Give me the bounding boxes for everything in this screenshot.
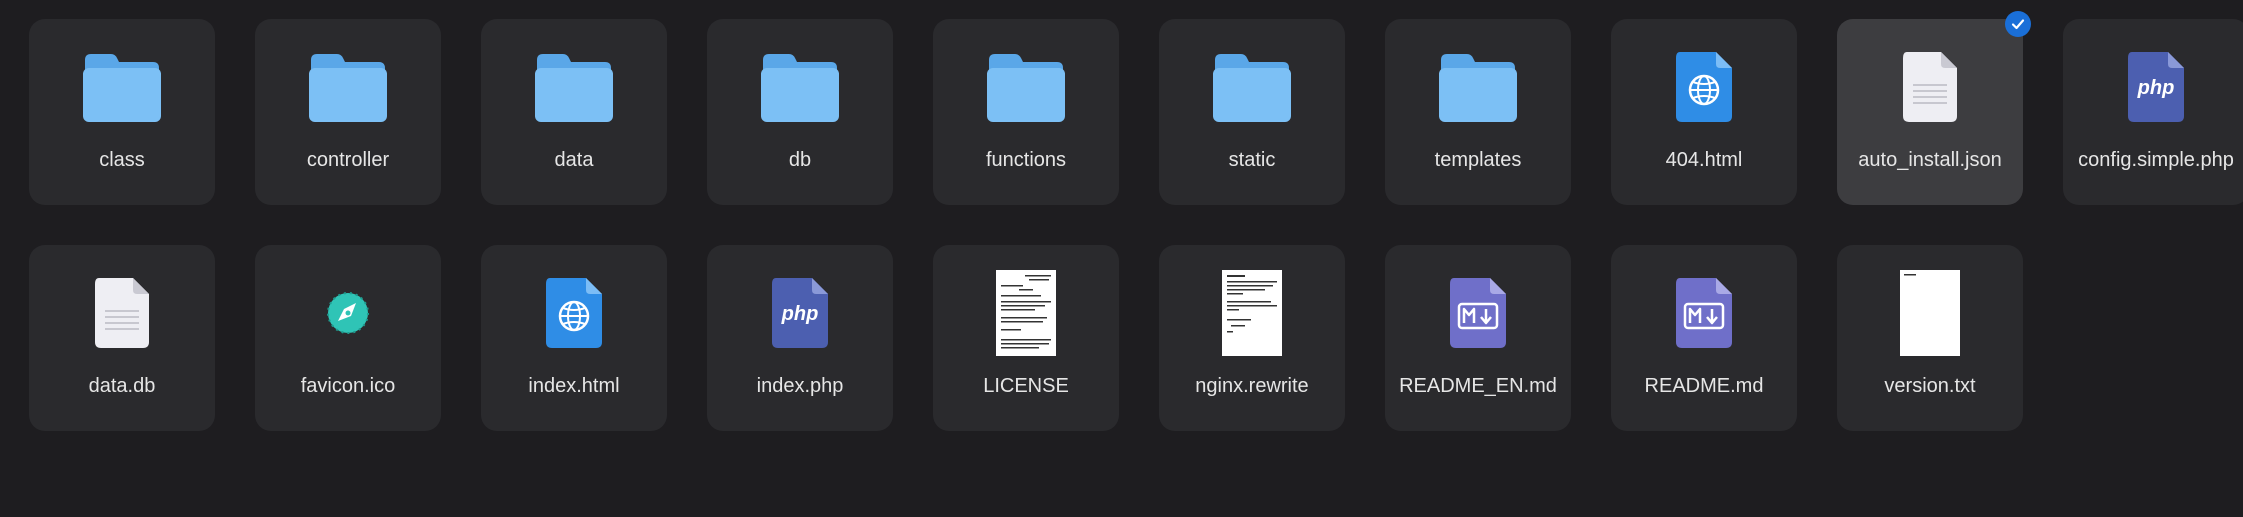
file-name: LICENSE xyxy=(983,375,1069,397)
file-name: templates xyxy=(1434,149,1522,171)
folder-icon xyxy=(481,41,667,133)
folder-icon xyxy=(29,41,215,133)
generic-file-icon xyxy=(1837,41,2023,133)
folder-icon xyxy=(933,41,1119,133)
file-name: controller xyxy=(306,149,390,171)
file-tile-db[interactable]: db xyxy=(707,19,893,205)
php-badge-text: php xyxy=(2137,77,2175,99)
html-file-icon xyxy=(481,267,667,359)
file-name: favicon.ico xyxy=(300,375,396,397)
file-name: index.html xyxy=(528,375,620,397)
file-name: README.md xyxy=(1644,375,1764,397)
folder-icon xyxy=(1385,41,1571,133)
file-name: data.db xyxy=(88,375,156,397)
file-tile-functions[interactable]: functions xyxy=(933,19,1119,205)
file-name: data xyxy=(554,149,594,171)
file-tile-templates[interactable]: templates xyxy=(1385,19,1571,205)
file-name: config.simple.php xyxy=(2078,149,2234,171)
file-tile-data[interactable]: data xyxy=(481,19,667,205)
file-tile-favicon-ico[interactable]: favicon.ico xyxy=(255,245,441,431)
folder-icon xyxy=(255,41,441,133)
file-tile-config-simple-php[interactable]: php config.simple.php xyxy=(2063,19,2243,205)
markdown-file-icon xyxy=(1611,267,1797,359)
file-tile-404-html[interactable]: 404.html xyxy=(1611,19,1797,205)
file-name: class xyxy=(99,149,145,171)
file-tile-license[interactable]: LICENSE xyxy=(933,245,1119,431)
file-name: 404.html xyxy=(1665,149,1743,171)
file-tile-controller[interactable]: controller xyxy=(255,19,441,205)
compass-icon xyxy=(255,267,441,359)
file-tile-nginx-rewrite[interactable]: nginx.rewrite xyxy=(1159,245,1345,431)
markdown-file-icon xyxy=(1385,267,1571,359)
file-name: nginx.rewrite xyxy=(1195,375,1309,397)
file-name: db xyxy=(788,149,812,171)
file-tile-class[interactable]: class xyxy=(29,19,215,205)
text-preview-icon xyxy=(1159,267,1345,359)
file-name: functions xyxy=(985,149,1067,171)
file-grid: class controller data db functions stati… xyxy=(29,11,2243,431)
blank-page-icon xyxy=(1837,267,2023,359)
file-name: version.txt xyxy=(1884,375,1976,397)
file-name: auto_install.json xyxy=(1858,149,2002,171)
file-tile-readme-en-md[interactable]: README_EN.md xyxy=(1385,245,1571,431)
folder-icon xyxy=(707,41,893,133)
php-badge-text: php xyxy=(781,303,819,325)
file-name: index.php xyxy=(756,375,844,397)
html-file-icon xyxy=(1611,41,1797,133)
file-tile-index-php[interactable]: php index.php xyxy=(707,245,893,431)
file-tile-version-txt[interactable]: version.txt xyxy=(1837,245,2023,431)
file-tile-auto-install-json[interactable]: auto_install.json xyxy=(1837,11,2031,205)
file-name: README_EN.md xyxy=(1399,375,1557,397)
folder-icon xyxy=(1159,41,1345,133)
generic-file-icon xyxy=(29,267,215,359)
php-file-icon: php xyxy=(2063,41,2243,133)
selected-check-icon[interactable] xyxy=(2005,11,2031,37)
file-tile-index-html[interactable]: index.html xyxy=(481,245,667,431)
file-tile-static[interactable]: static xyxy=(1159,19,1345,205)
file-name: static xyxy=(1228,149,1276,171)
text-preview-icon xyxy=(933,267,1119,359)
file-tile-data-db[interactable]: data.db xyxy=(29,245,215,431)
php-file-icon: php xyxy=(707,267,893,359)
file-tile-readme-md[interactable]: README.md xyxy=(1611,245,1797,431)
